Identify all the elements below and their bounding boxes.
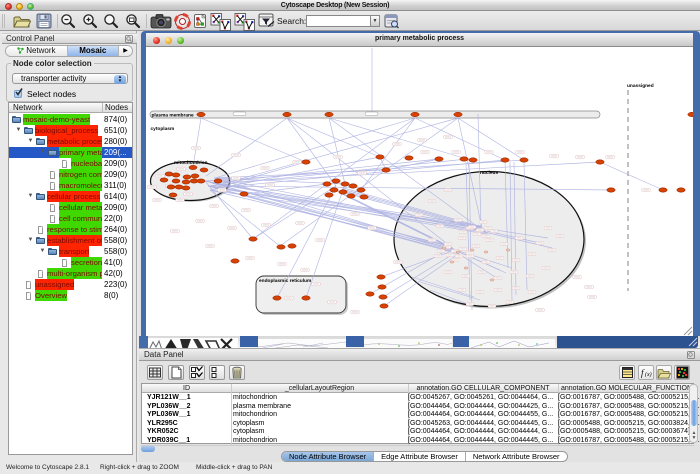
svg-text:mitochondrion: mitochondrion	[174, 160, 208, 166]
svg-text:nucleus: nucleus	[480, 170, 498, 176]
svg-text:plasma membrane: plasma membrane	[152, 113, 194, 119]
svg-text:endoplasmic reticulum: endoplasmic reticulum	[259, 278, 311, 284]
svg-text:unassigned: unassigned	[627, 83, 654, 89]
svg-text:(x): (x)	[645, 371, 652, 378]
svg-text:cytoplasm: cytoplasm	[151, 126, 175, 132]
